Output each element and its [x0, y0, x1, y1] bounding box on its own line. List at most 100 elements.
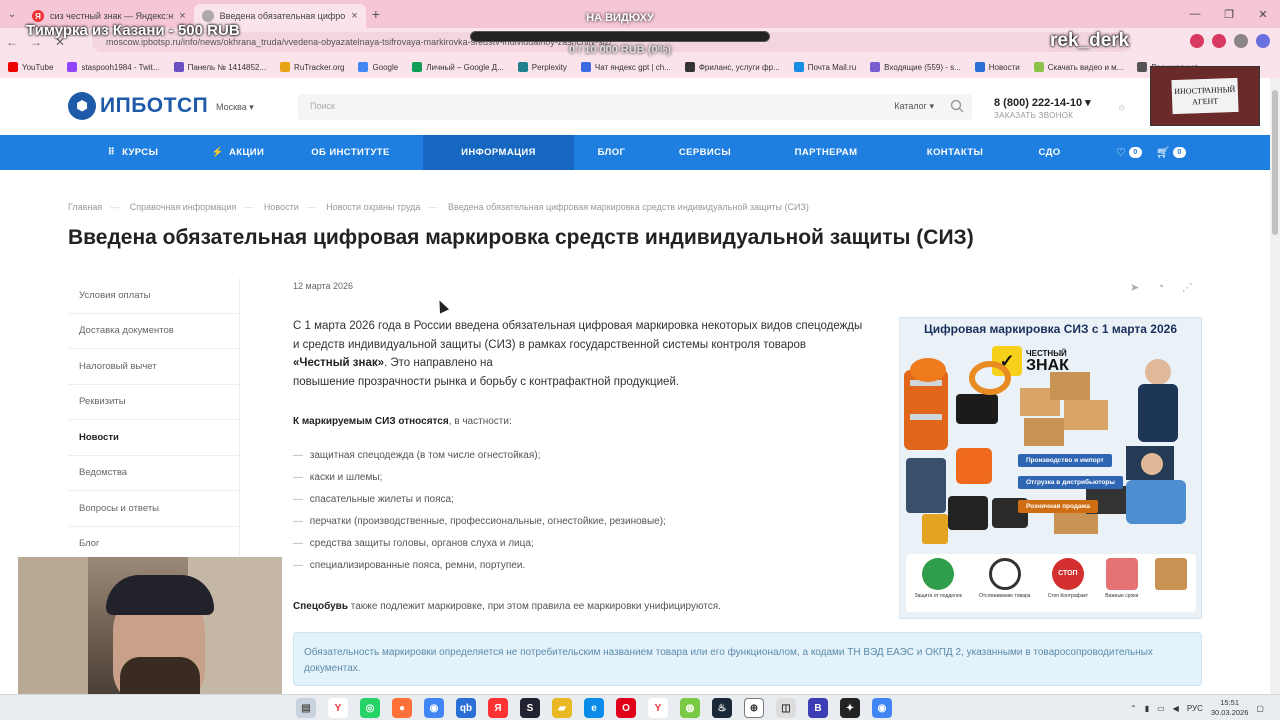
page-scrollbar[interactable] [1270, 78, 1280, 694]
edge-icon[interactable]: e [584, 698, 604, 718]
theme-toggle-icon[interactable]: ☼ [1117, 102, 1126, 113]
extension-icon[interactable] [1234, 34, 1248, 48]
tab-search-icon[interactable]: ⌄ [0, 9, 24, 20]
bookmark[interactable]: Новости [974, 62, 1020, 72]
sidebar-item-agencies[interactable]: Ведомства [68, 455, 240, 491]
clock[interactable]: 15:51 30.03.2026 [1211, 698, 1249, 718]
app-icon[interactable]: ◫ [776, 698, 796, 718]
bookmark[interactable]: Панель № 1414852... [173, 62, 266, 72]
menu-item-about[interactable]: ОБ ИНСТИТУТЕ [278, 135, 423, 170]
breadcrumb-link[interactable]: Новости [264, 202, 299, 212]
close-window-icon[interactable]: ✕ [1246, 8, 1280, 21]
chrome-icon[interactable]: ◉ [424, 698, 444, 718]
explorer-icon[interactable]: ▤ [296, 698, 316, 718]
yandex-browser-icon[interactable]: Я [488, 698, 508, 718]
menu-item-contacts[interactable]: КОНТАКТЫ [891, 135, 1019, 170]
calendar-icon [1105, 558, 1138, 590]
extension-icon[interactable] [1212, 34, 1226, 48]
extension-icon[interactable] [1190, 34, 1204, 48]
article-image[interactable]: Цифровая маркировка СИЗ с 1 марта 2026 ✓… [899, 317, 1202, 619]
volume-icon[interactable]: ◀ [1173, 704, 1179, 713]
menu-item-services[interactable]: СЕРВИСЫ [649, 135, 761, 170]
sidebar-item-faq[interactable]: Вопросы и ответы [68, 491, 240, 527]
sidebar-item-delivery[interactable]: Доставка документов [68, 313, 240, 349]
close-tab-icon[interactable]: × [179, 10, 185, 22]
network-icon[interactable]: ▭ [1157, 704, 1165, 713]
bookmark[interactable]: RuTracker.org [280, 62, 344, 72]
phone-number[interactable]: 8 (800) 222-14-10 ▾ [994, 96, 1091, 109]
firefox-icon[interactable]: ● [392, 698, 412, 718]
search-box[interactable]: Поиск Каталог ▾ [298, 94, 972, 120]
folder-icon[interactable]: ▰ [552, 698, 572, 718]
menu-item-information[interactable]: ИНФОРМАЦИЯ [423, 135, 574, 170]
window-controls: — ❐ ✕ [1178, 0, 1280, 28]
bookmark[interactable]: YouTube [8, 62, 53, 72]
yandex-icon[interactable]: Y [328, 698, 348, 718]
bolt-icon: ⚡ [211, 147, 224, 158]
app-icon[interactable]: B [808, 698, 828, 718]
scrollbar-thumb[interactable] [1272, 90, 1278, 235]
breadcrumb-link[interactable]: Главная [68, 202, 102, 212]
sidebar-item-payment[interactable]: Условия оплаты [68, 278, 240, 314]
search-input[interactable]: Поиск [310, 101, 335, 111]
breadcrumb-link[interactable]: Новости охраны труда [326, 202, 420, 212]
benefit-label: Важные сроки [1105, 593, 1139, 599]
bookmark-label: staspooh1984 - Twit... [81, 62, 160, 72]
steam-icon[interactable]: ♨ [712, 698, 732, 718]
search-icon[interactable] [950, 99, 964, 113]
yandex-icon[interactable]: Y [648, 698, 668, 718]
telegram-icon[interactable]: ➤ [1130, 281, 1139, 294]
new-tab-icon[interactable]: + [372, 6, 380, 22]
news-icon [974, 62, 985, 72]
restore-icon[interactable]: ❐ [1212, 8, 1246, 21]
benefit-item: Защита от подделок [915, 558, 962, 599]
callback-link[interactable]: ЗАКАЗАТЬ ЗВОНОК [994, 111, 1073, 120]
back-icon[interactable]: ← [0, 35, 24, 49]
sidebar-item-requisites[interactable]: Реквизиты [68, 384, 240, 420]
rss-icon[interactable]: ◔ [1157, 281, 1164, 294]
whatsapp-icon[interactable]: ◎ [360, 698, 380, 718]
globe-icon[interactable]: ⊕ [744, 698, 764, 718]
bookmark[interactable]: Почта Mail.ru [793, 62, 856, 72]
chrome-icon[interactable]: ◉ [872, 698, 892, 718]
qbittorrent-icon[interactable]: qb [456, 698, 476, 718]
usb-icon[interactable]: ▮ [1145, 704, 1149, 713]
app-icon[interactable]: ✦ [840, 698, 860, 718]
bookmark[interactable]: Perplexity [517, 62, 567, 72]
menu-item-sdo[interactable]: СДО [1019, 135, 1080, 170]
app-icon[interactable]: ◍ [680, 698, 700, 718]
bookmark[interactable]: Фриланс, услуги фр... [684, 62, 780, 72]
notification-icon[interactable]: ▢ [1256, 704, 1264, 713]
site-logo[interactable]: ⬢ ИПБОТСП [68, 92, 208, 120]
minimize-icon[interactable]: — [1178, 8, 1212, 20]
bookmark[interactable]: staspooh1984 - Twit... [67, 62, 160, 72]
menu-item-partners[interactable]: ПАРТНЕРАМ [761, 135, 891, 170]
bookmark[interactable]: Входящие (559) - s... [870, 62, 961, 72]
tray-chevron-icon[interactable]: ⌃ [1130, 704, 1137, 713]
language-indicator[interactable]: РУС [1187, 704, 1203, 713]
favorites-button[interactable]: ♡ 0 [1116, 146, 1142, 159]
google-drive-icon [412, 62, 423, 72]
share-icon[interactable]: ⋰ [1182, 281, 1193, 294]
app-icon[interactable]: S [520, 698, 540, 718]
menu-item-blog[interactable]: БЛОГ [574, 135, 649, 170]
bookmark[interactable]: Чат яндекс gpt | ch... [580, 62, 671, 72]
city-selector[interactable]: Москва ▾ [216, 102, 254, 113]
bookmark-label: Чат яндекс gpt | ch... [594, 62, 671, 72]
opera-icon[interactable]: O [616, 698, 636, 718]
profile-icon[interactable] [1256, 34, 1270, 48]
menu-item-promotions[interactable]: ⚡ АКЦИИ [198, 135, 278, 170]
catalog-dropdown[interactable]: Каталог ▾ [894, 101, 934, 112]
sidebar-item-news[interactable]: Новости [68, 420, 240, 456]
breadcrumb-link[interactable]: Справочная информация [130, 202, 237, 212]
bookmark[interactable]: Google [358, 62, 398, 72]
sidebar-item-tax[interactable]: Налоговый вычет [68, 349, 240, 385]
bookmark[interactable]: Личный – Google Д... [412, 62, 504, 72]
cart-button[interactable]: 🛒︎ 0 [1156, 146, 1186, 159]
clock-date: 30.03.2026 [1210, 708, 1249, 717]
menu-item-courses[interactable]: ⠿ КУРСЫ [68, 135, 198, 170]
illustration-art [904, 358, 1186, 544]
perplexity-icon [517, 62, 528, 72]
close-tab-icon[interactable]: × [351, 10, 357, 22]
bookmark[interactable]: Скачать видео и м... [1033, 62, 1123, 72]
